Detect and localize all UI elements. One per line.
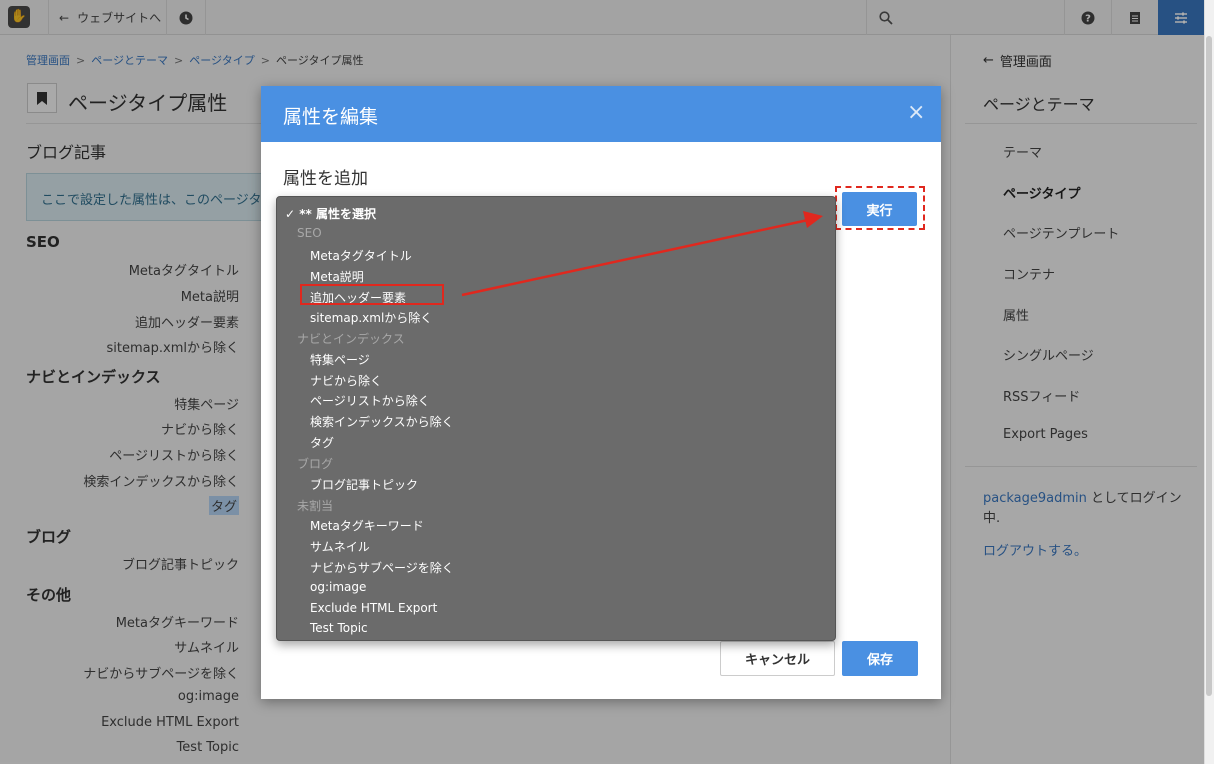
- annotation-arrow: [461, 211, 823, 297]
